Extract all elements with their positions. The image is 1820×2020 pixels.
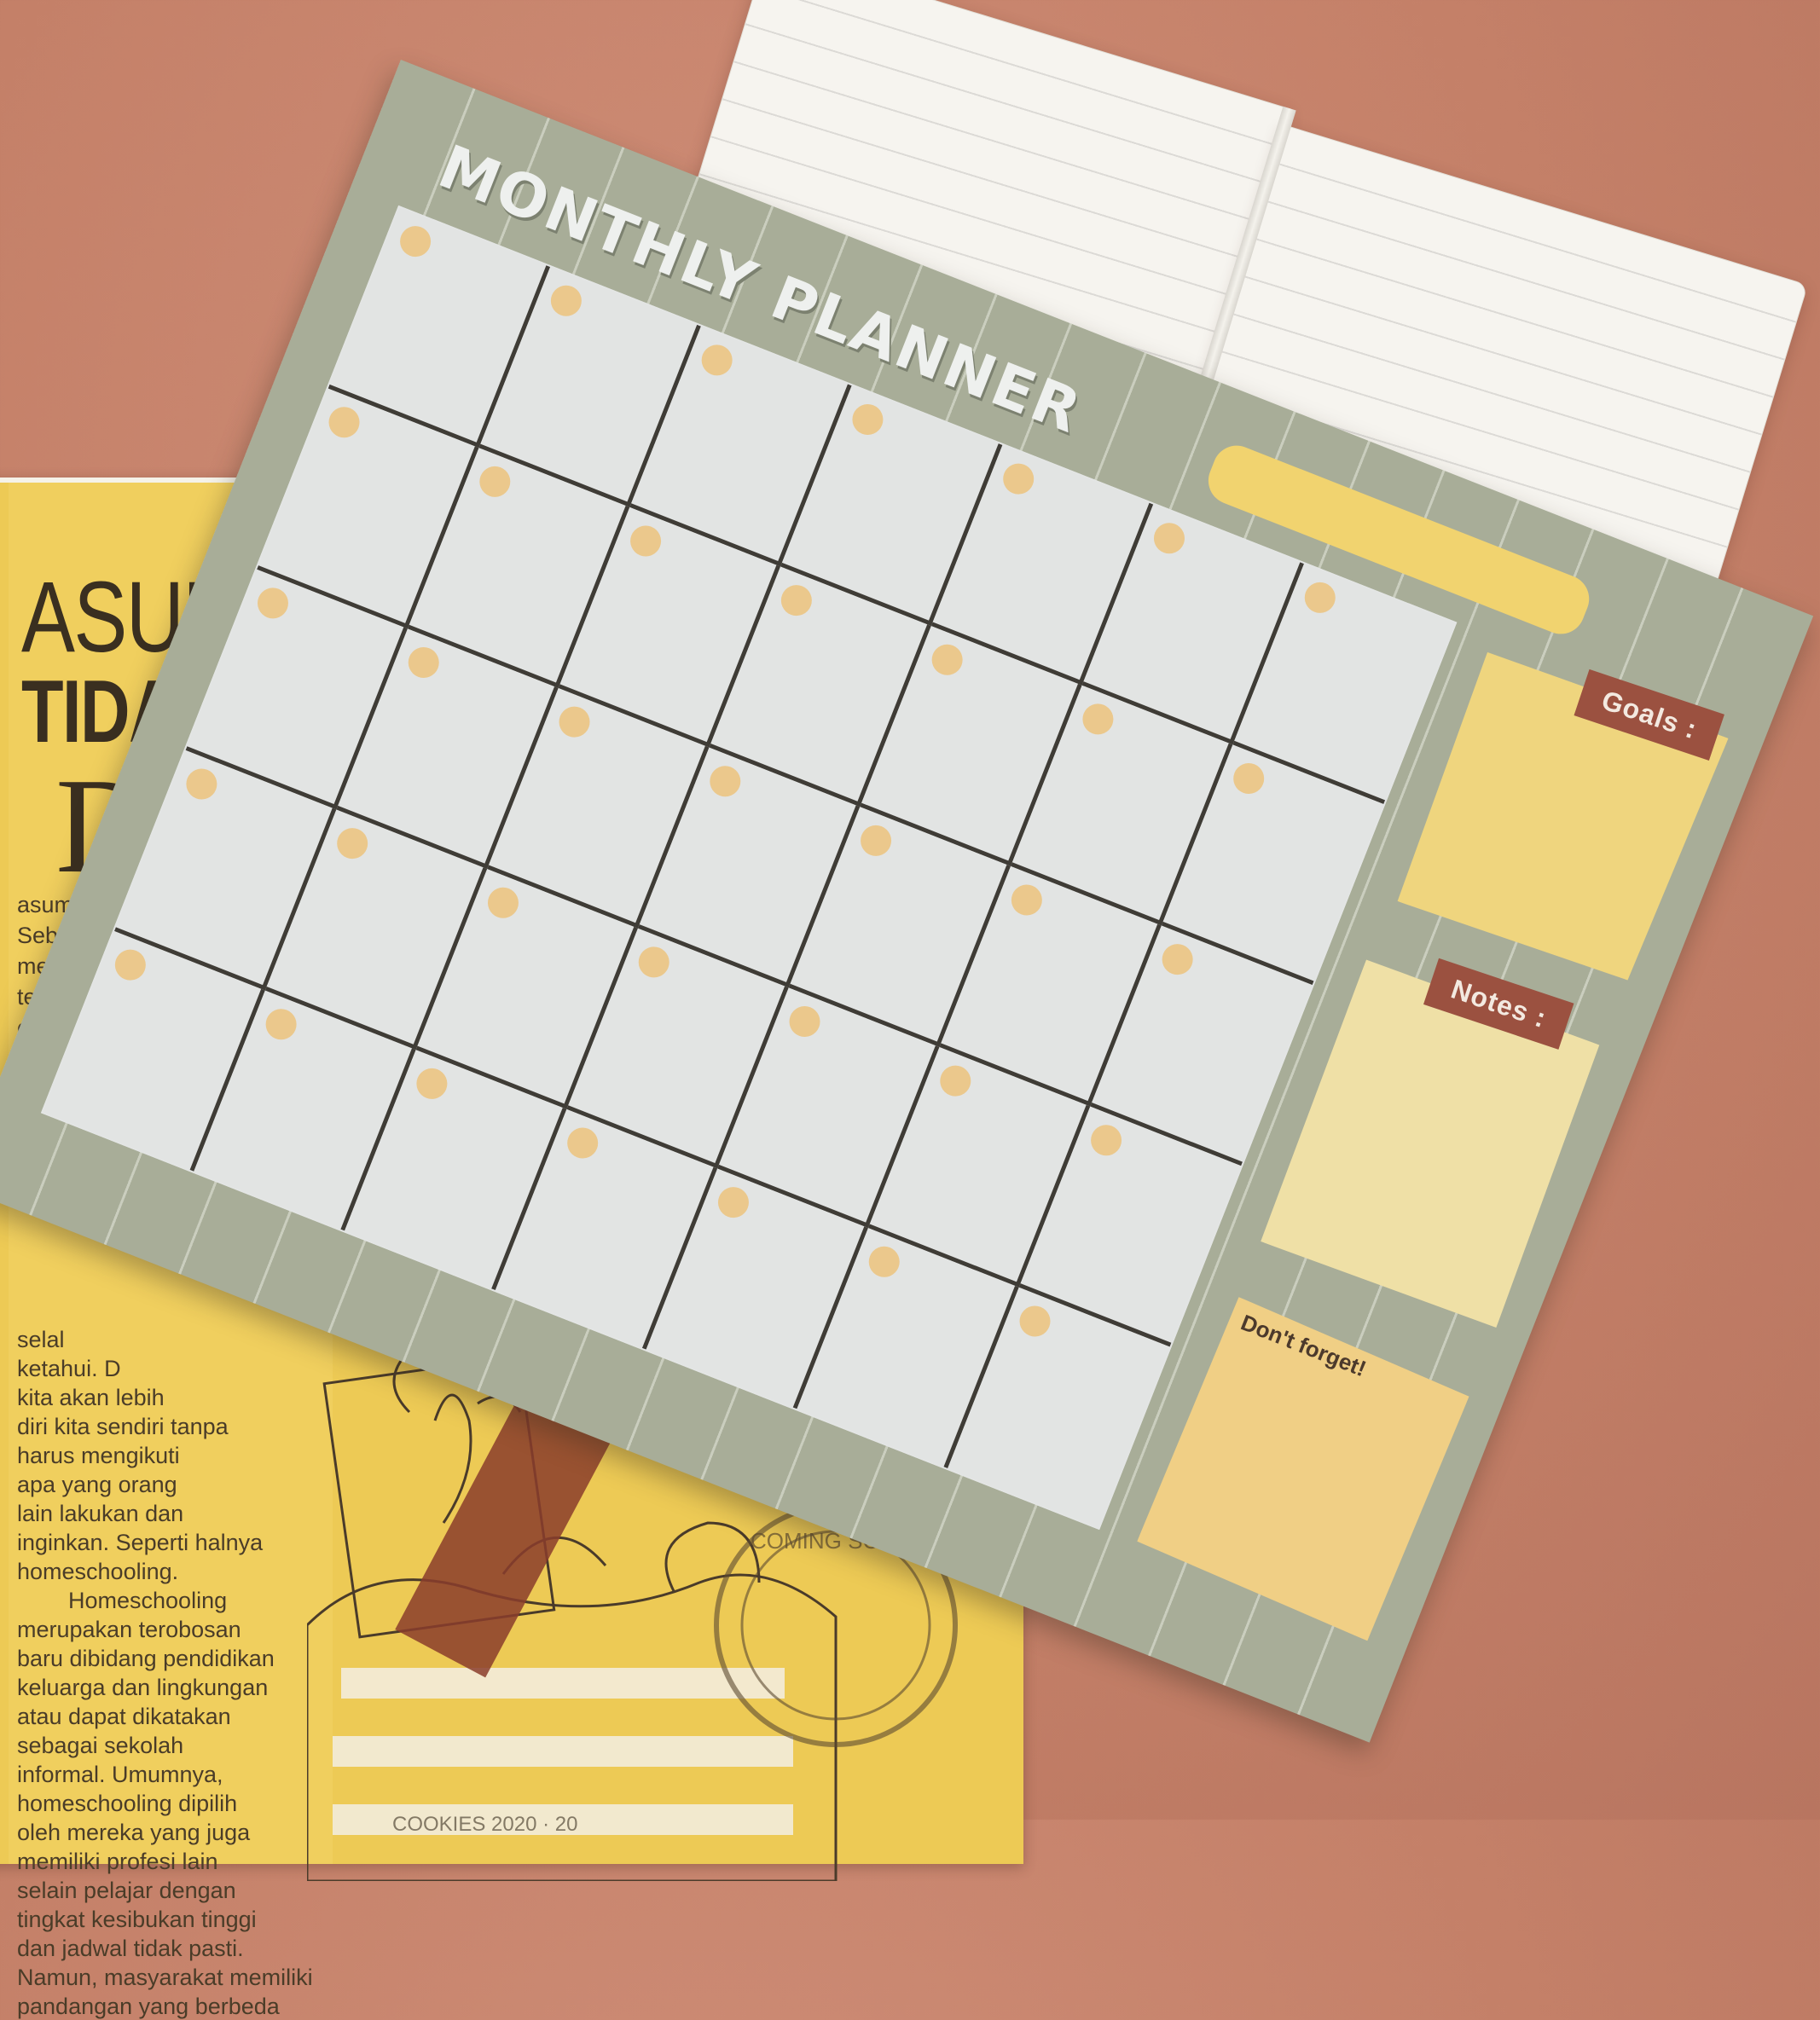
date-dot bbox=[1078, 699, 1118, 739]
date-dot bbox=[935, 1061, 976, 1102]
goals-box[interactable] bbox=[1390, 645, 1728, 993]
date-dot bbox=[1006, 880, 1047, 920]
date-dot bbox=[625, 521, 666, 561]
magazine-body-line: pandangan yang berbeda bbox=[17, 1994, 280, 2019]
date-dot bbox=[1157, 939, 1197, 980]
planner-layer: MONTHLY PLANNER Goals : Notes : Don't fo… bbox=[0, 0, 1820, 1820]
date-dot bbox=[562, 1123, 603, 1163]
date-dot bbox=[554, 702, 594, 742]
magazine-body-line: selain pelajar dengan bbox=[17, 1878, 236, 1903]
date-dot bbox=[182, 764, 222, 804]
magazine-body-line: Namun, masyarakat memiliki bbox=[17, 1965, 313, 1990]
date-dot bbox=[1228, 758, 1269, 799]
date-dot bbox=[1300, 577, 1341, 618]
date-dot bbox=[474, 461, 515, 502]
date-dot bbox=[252, 583, 293, 623]
magazine-body-line: dan jadwal tidak pasti. bbox=[17, 1936, 244, 1961]
date-dot bbox=[395, 221, 436, 262]
date-dot bbox=[483, 883, 524, 923]
date-dot bbox=[855, 820, 896, 861]
date-dot bbox=[332, 823, 373, 864]
magazine-body-line: oleh mereka yang juga bbox=[17, 1820, 251, 1845]
date-dot bbox=[1149, 518, 1190, 559]
date-dot bbox=[776, 580, 817, 621]
date-dot bbox=[634, 942, 675, 982]
date-dot bbox=[704, 761, 745, 802]
date-dot bbox=[412, 1063, 452, 1104]
date-dot bbox=[1086, 1120, 1127, 1160]
magazine-body-line: memiliki profesi lain bbox=[17, 1849, 218, 1874]
date-dot bbox=[546, 281, 587, 321]
date-dot bbox=[713, 1182, 754, 1223]
date-dot bbox=[1015, 1301, 1055, 1341]
date-dot bbox=[998, 459, 1039, 499]
date-dot bbox=[697, 340, 737, 380]
date-dot bbox=[403, 642, 444, 683]
date-dot bbox=[110, 945, 151, 985]
date-dot bbox=[864, 1242, 905, 1282]
date-dot bbox=[324, 402, 364, 443]
date-dot bbox=[261, 1004, 301, 1045]
date-dot bbox=[785, 1001, 825, 1042]
date-dot bbox=[848, 399, 888, 440]
date-dot bbox=[927, 640, 967, 680]
monthly-planner-sheet: MONTHLY PLANNER Goals : Notes : Don't fo… bbox=[0, 60, 1814, 1743]
magazine-body-line: tingkat kesibukan tinggi bbox=[17, 1907, 257, 1932]
